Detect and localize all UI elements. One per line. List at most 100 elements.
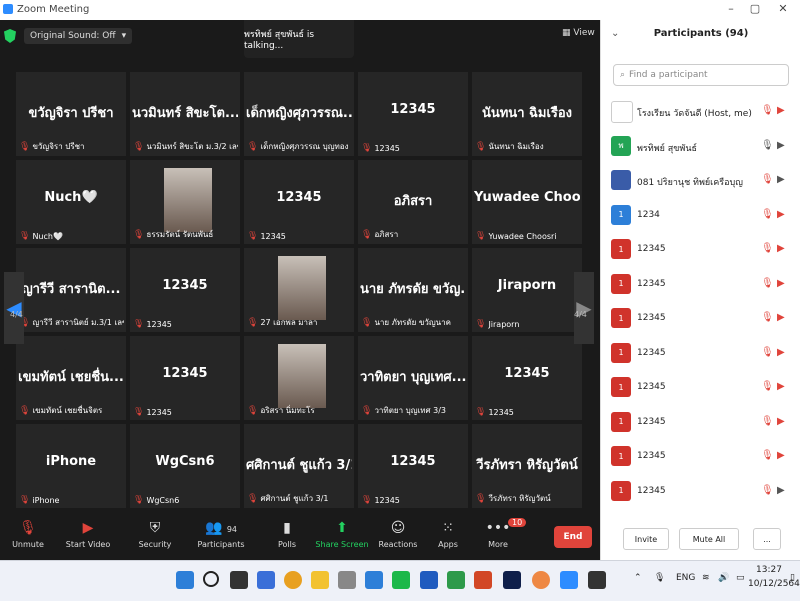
invite-button[interactable]: Invite <box>623 528 669 550</box>
security-button[interactable]: ⛨ Security <box>127 516 183 549</box>
reactions-button[interactable]: ☺ Reactions <box>370 516 426 549</box>
participant-row[interactable]: พ พรทิพย์ สุขพันธ์ 🎙 ▶ <box>601 131 800 165</box>
mic-off-icon[interactable]: 🎙 <box>761 485 774 496</box>
language-indicator[interactable]: ENG <box>676 573 695 583</box>
share-screen-button[interactable]: ⬆ Share Screen <box>314 516 370 549</box>
classroom-icon[interactable] <box>447 571 465 589</box>
video-tile[interactable]: นันทนา ฉิมเรือง 🎙 นันทนา ฉิมเรือง <box>472 72 582 156</box>
video-tile[interactable]: iPhone 🎙 iPhone <box>16 424 126 508</box>
mic-off-icon[interactable]: 🎙 <box>761 105 774 116</box>
wifi-icon[interactable]: ≋ <box>702 573 710 583</box>
original-sound-button[interactable]: Original Sound: Off ▾ <box>24 28 133 44</box>
participant-row[interactable]: 1 12345 🎙 ▶ <box>601 303 800 337</box>
video-off-icon[interactable]: ▶ <box>777 381 785 392</box>
participant-row[interactable]: 1 12345 🎙 ▶ <box>601 269 800 303</box>
video-tile[interactable]: เขมทัตน์ เชยชื่น... 🎙 เขมทัตน์ เชยชื่นจิตร <box>16 336 126 420</box>
apps-button[interactable]: ⁙ Apps <box>420 516 476 549</box>
zoom-icon[interactable] <box>560 571 578 589</box>
video-off-icon[interactable]: ▶ <box>777 243 785 254</box>
polls-button[interactable]: ▮ Polls <box>259 516 315 549</box>
panel-more-button[interactable]: ... <box>753 528 781 550</box>
video-off-icon[interactable]: ▶ <box>777 278 785 289</box>
photoshop-icon[interactable] <box>503 571 521 589</box>
participant-row[interactable]: 081 ปริยานุช ทิพย์เครือบุญ 🎙 ▶ <box>601 165 800 199</box>
mic-off-icon[interactable]: 🎙 <box>761 278 774 289</box>
participant-row[interactable]: 1 12345 🎙 ▶ <box>601 407 800 441</box>
video-on-icon[interactable]: ▶ <box>777 485 785 496</box>
participant-row[interactable]: 1 12345 🎙 ▶ <box>601 372 800 406</box>
mic-off-icon[interactable]: 🎙 <box>761 450 774 461</box>
minimize-icon[interactable]: – <box>718 2 744 15</box>
prev-page-arrow-icon[interactable]: ◀ <box>4 272 24 344</box>
video-on-icon[interactable]: ▶ <box>777 174 785 185</box>
shield-icon[interactable] <box>4 29 16 43</box>
video-on-icon[interactable]: ▶ <box>777 140 785 151</box>
mute-all-button[interactable]: Mute All <box>679 528 739 550</box>
video-tile[interactable]: อภิสรา 🎙 อภิสรา <box>358 160 468 244</box>
mic-off-icon[interactable]: 🎙 <box>761 243 774 254</box>
end-button[interactable]: End <box>554 526 592 548</box>
video-tile[interactable]: วาทิตยา บุญเทศ... 🎙 วาทิตยา บุญเทศ 3/3 <box>358 336 468 420</box>
clock-time[interactable]: 13:27 <box>756 565 782 575</box>
word-icon[interactable] <box>420 571 438 589</box>
video-tile[interactable]: Jiraporn 🎙 Jiraporn <box>472 248 582 332</box>
chevron-up-icon[interactable]: ⌃ <box>634 573 642 583</box>
video-tile[interactable]: วีรภัทรา หิรัญวัตน์ 🎙 วีรภัทรา หิรัญวัตน์ <box>472 424 582 508</box>
video-tile[interactable]: 12345 🎙 12345 <box>358 72 468 156</box>
start-icon[interactable] <box>176 571 194 589</box>
search-icon[interactable] <box>203 571 219 587</box>
video-tile[interactable]: เด็กหญิงศุภวรรณ... 🎙 เด็กหญิงศุภวรรณ บุญทอ… <box>244 72 354 156</box>
participant-row[interactable]: โรงเรียน วัดจันดี (Host, me) 🎙 ▶ <box>601 96 800 130</box>
video-tile[interactable]: Yuwadee Choosri🎙Yuwadee Choosri <box>472 160 582 244</box>
video-tile[interactable]: 12345 🎙 12345 <box>358 424 468 508</box>
mic-icon[interactable]: 🎙 <box>654 573 665 583</box>
video-tile[interactable]: 12345 🎙 12345 <box>244 160 354 244</box>
participant-row[interactable]: 1 12345 🎙 ▶ <box>601 234 800 268</box>
video-off-icon[interactable]: ▶ <box>777 105 785 116</box>
video-tile[interactable]: 🎙 ธรรมรัตน์ รัตนพันธ์ <box>130 160 240 244</box>
chrome-icon[interactable] <box>284 571 302 589</box>
task-view-icon[interactable] <box>230 571 248 589</box>
video-tile[interactable]: ญารีวี สารานิต... 🎙 ญารีวี สารานิตย์ ม.3/1… <box>16 248 126 332</box>
video-off-icon[interactable]: ▶ <box>777 312 785 323</box>
close-icon[interactable]: ✕ <box>770 2 796 15</box>
mic-off-icon[interactable]: 🎙 <box>761 312 774 323</box>
start-video-button[interactable]: ▶ Start Video <box>60 516 116 549</box>
mic-off-icon[interactable]: 🎙 <box>761 381 774 392</box>
mic-off-icon[interactable]: 🎙 <box>761 347 774 358</box>
view-button[interactable]: ▦ View <box>562 28 595 38</box>
line-icon[interactable] <box>392 571 410 589</box>
participant-row[interactable]: 1 12345 🎙 ▶ <box>601 476 800 509</box>
settings-icon[interactable] <box>588 571 606 589</box>
video-tile[interactable]: WgCsn6 🎙 WgCsn6 <box>130 424 240 508</box>
video-tile[interactable]: นาย ภัทรดัย ขวัญ... 🎙 นาย ภัทรดัย ขวัญนาค <box>358 248 468 332</box>
mic-on-icon[interactable]: 🎙 <box>761 140 774 151</box>
mic-off-icon[interactable]: 🎙 <box>761 174 774 185</box>
video-tile[interactable]: นวมินทร์ สิขะโต... 🎙 นวมินทร์ สิขะโต ม.3/2… <box>130 72 240 156</box>
video-tile[interactable]: 🎙 อริสรา นิ่มทะโร <box>244 336 354 420</box>
video-off-icon[interactable]: ▶ <box>777 450 785 461</box>
participant-search-input[interactable]: ⌕ Find a participant <box>613 64 789 86</box>
chrome-profile-icon[interactable] <box>532 571 550 589</box>
file-explorer-icon[interactable] <box>311 571 329 589</box>
participant-row[interactable]: 1 1234 🎙 ▶ <box>601 200 800 234</box>
video-off-icon[interactable]: ▶ <box>777 347 785 358</box>
video-tile[interactable]: Nuch🤍 🎙 Nuch🤍 <box>16 160 126 244</box>
video-tile[interactable]: 🎙 27 เอกพล มาลา <box>244 248 354 332</box>
mic-off-icon[interactable]: 🎙 <box>761 416 774 427</box>
video-tile[interactable]: ขวัญจิรา ปรีชา 🎙 ขวัญจิรา ปรีชา <box>16 72 126 156</box>
video-tile[interactable]: 12345 🎙 12345 <box>130 248 240 332</box>
next-page-arrow-icon[interactable]: ▶ <box>574 272 594 344</box>
video-tile[interactable]: 12345 🎙 12345 <box>130 336 240 420</box>
powerpoint-icon[interactable] <box>474 571 492 589</box>
maximize-icon[interactable]: ▢ <box>742 2 768 15</box>
battery-icon[interactable]: ▭ <box>736 573 745 583</box>
participants-button[interactable]: 👥 94 Participants <box>193 516 249 549</box>
video-tile[interactable]: 12345 🎙 12345 <box>472 336 582 420</box>
participant-row[interactable]: 1 12345 🎙 ▶ <box>601 338 800 372</box>
video-off-icon[interactable]: ▶ <box>777 416 785 427</box>
video-off-icon[interactable]: ▶ <box>777 209 785 220</box>
unmute-button[interactable]: 🎙 Unmute <box>0 516 56 549</box>
widgets-icon[interactable] <box>257 571 275 589</box>
mic-off-icon[interactable]: 🎙 <box>761 209 774 220</box>
